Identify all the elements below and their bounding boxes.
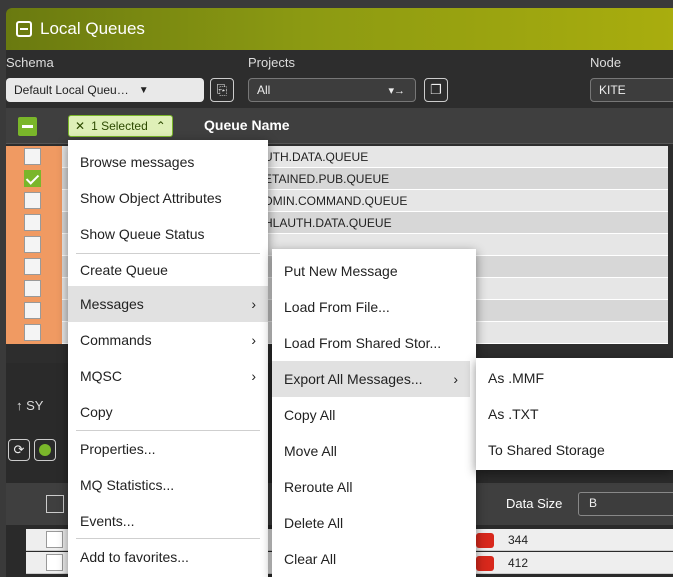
row-marker [6, 168, 62, 190]
data-size-value: 412 [508, 556, 529, 570]
row-marker [6, 300, 62, 322]
data-size-label: Data Size [506, 496, 563, 511]
menu-item-copy-all[interactable]: Copy All [272, 397, 476, 433]
selection-pill[interactable]: ✕ 1 Selected ⌃ [68, 115, 173, 137]
schema-edit-icon[interactable]: ⎘ [210, 78, 234, 102]
chevron-right-icon: › [251, 332, 256, 348]
menu-item-export-as-txt[interactable]: As .TXT [476, 396, 673, 432]
row-marker [6, 278, 62, 300]
menu-item-show-object-attributes[interactable]: Show Object Attributes [68, 180, 268, 216]
status-tag [476, 533, 494, 548]
chevron-arrow-icon: ▾→ [388, 84, 405, 97]
add-icon[interactable] [34, 439, 56, 461]
menu-item-commands[interactable]: Commands › [68, 322, 268, 358]
row-checkbox[interactable] [24, 214, 41, 231]
menu-item-show-queue-status[interactable]: Show Queue Status [68, 216, 268, 252]
menu-item-clear-all[interactable]: Clear All [272, 541, 476, 577]
menu-item-browse-messages[interactable]: Browse messages [68, 144, 268, 180]
menu-item-load-from-shared-storage[interactable]: Load From Shared Stor... [272, 325, 476, 361]
menu-item-put-new-message[interactable]: Put New Message [272, 253, 476, 289]
menu-item-reroute-all[interactable]: Reroute All [272, 469, 476, 505]
data-size-unit: B [589, 496, 598, 510]
select-all-checkbox[interactable] [46, 495, 64, 513]
chevron-up-icon: ⌃ [155, 119, 166, 133]
selected-count: 1 Selected [91, 119, 148, 133]
node-select[interactable]: KITE [590, 78, 673, 102]
schema-select[interactable]: Default Local Queu… ▼ [6, 78, 204, 102]
row-marker [6, 322, 62, 344]
row-checkbox[interactable] [46, 554, 63, 571]
select-all-checkbox[interactable] [18, 117, 37, 136]
projects-value: All [257, 83, 271, 97]
menu-item-export-to-shared-storage[interactable]: To Shared Storage [476, 432, 673, 468]
row-marker [6, 146, 62, 168]
chevron-down-icon: ▼ [138, 84, 149, 96]
menu-item-add-to-favorites[interactable]: Add to favorites... [68, 539, 268, 575]
filter-toolbar: Schema Default Local Queu… ▼ ⎘ Projects … [6, 50, 673, 108]
row-checkbox[interactable] [24, 302, 41, 319]
row-checkbox[interactable] [24, 324, 41, 341]
row-marker [6, 234, 62, 256]
row-checkbox[interactable] [46, 531, 63, 548]
clear-selection-icon[interactable]: ✕ [75, 119, 85, 133]
row-checkbox[interactable] [24, 280, 41, 297]
menu-item-export-all-messages[interactable]: Export All Messages... › [272, 361, 470, 397]
copy-stack-icon[interactable]: ❐ [424, 78, 448, 102]
node-value: KITE [599, 83, 626, 97]
schema-value: Default Local Queu… [14, 83, 129, 97]
projects-label: Projects [248, 55, 295, 70]
chevron-right-icon: › [453, 371, 458, 387]
row-checkbox[interactable] [24, 236, 41, 253]
menu-item-create-queue[interactable]: Create Queue [68, 252, 268, 288]
chevron-right-icon: › [251, 296, 256, 312]
row-checkbox[interactable] [24, 192, 41, 209]
menu-item-delete-all[interactable]: Delete All [272, 505, 476, 541]
window-title: Local Queues [40, 19, 145, 38]
row-checkbox[interactable] [24, 170, 41, 187]
menu-item-messages[interactable]: Messages › [68, 286, 268, 322]
menu-item-mqsc[interactable]: MQSC › [68, 358, 268, 394]
data-size-unit-select[interactable]: B [578, 492, 673, 516]
row-checkbox[interactable] [24, 148, 41, 165]
node-label: Node [590, 55, 622, 70]
menu-item-mq-statistics[interactable]: MQ Statistics... [68, 467, 268, 503]
schema-label: Schema [6, 55, 54, 70]
queue-grid-header: ✕ 1 Selected ⌃ Queue Name [6, 108, 673, 144]
export-submenu: As .MMF As .TXT To Shared Storage [476, 358, 673, 470]
row-marker [6, 212, 62, 234]
menu-item-move-all[interactable]: Move All [272, 433, 476, 469]
menu-item-events[interactable]: Events... [68, 503, 268, 539]
data-size-value: 344 [508, 533, 529, 547]
menu-item-export-as-mmf[interactable]: As .MMF [476, 360, 673, 396]
menu-item-copy[interactable]: Copy [68, 394, 268, 430]
projects-select[interactable]: All ▾→ [248, 78, 416, 102]
collapse-icon[interactable] [16, 21, 32, 37]
title-bar: Local Queues [6, 8, 673, 50]
context-menu: Browse messages Show Object Attributes S… [68, 140, 268, 577]
refresh-icon[interactable]: ⟳ [8, 439, 30, 461]
chevron-right-icon: › [251, 368, 256, 384]
sort-label-partial[interactable]: ↑ SY [16, 398, 43, 413]
row-marker [6, 190, 62, 212]
row-marker [6, 256, 62, 278]
messages-submenu: Put New Message Load From File... Load F… [272, 249, 476, 577]
menu-item-properties[interactable]: Properties... [68, 431, 268, 467]
column-header-queue-name[interactable]: Queue Name [204, 117, 290, 133]
menu-item-load-from-file[interactable]: Load From File... [272, 289, 476, 325]
status-tag [476, 556, 494, 571]
row-checkbox[interactable] [24, 258, 41, 275]
